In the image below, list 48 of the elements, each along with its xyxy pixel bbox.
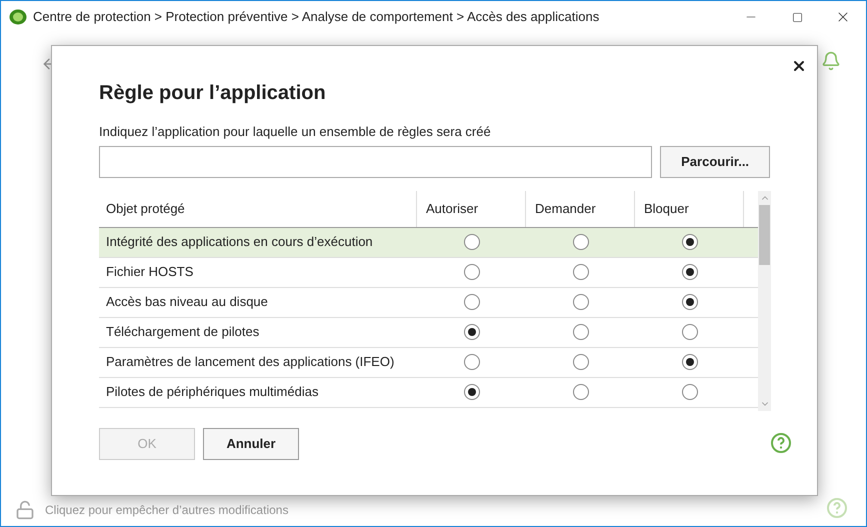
radio-button[interactable] xyxy=(682,384,698,400)
scrollbar[interactable] xyxy=(758,190,771,410)
protected-object-cell-text: Paramètres de lancement des applications (IFEO) xyxy=(105,353,396,372)
radio-button[interactable] xyxy=(682,354,698,370)
protected-object-cell-text: Téléchargement de pilotes xyxy=(105,323,260,342)
table-row[interactable]: Paramètres de lancement des applications (IFEO) xyxy=(99,348,758,378)
protected-object-cell-text: Fichier HOSTS xyxy=(105,263,194,282)
radio-button[interactable] xyxy=(572,234,588,250)
radio-button[interactable] xyxy=(572,294,588,310)
protected-object-cell-text: Pilotes de périphériques multimédias xyxy=(105,383,320,402)
cancel-button[interactable]: Annuler xyxy=(203,428,299,460)
radio-button[interactable] xyxy=(682,324,698,340)
radio-button[interactable] xyxy=(572,354,588,370)
radio-button[interactable] xyxy=(572,384,588,400)
radio-button[interactable] xyxy=(464,234,480,250)
radio-button[interactable] xyxy=(572,264,588,280)
radio-button[interactable] xyxy=(682,264,698,280)
prompt-text: Indiquez l’application pour laquelle un ensemble de règles sera créé xyxy=(99,123,492,141)
table-row[interactable]: Fichier HOSTS xyxy=(99,258,758,288)
window-title: Centre de protection > Protection préventive > Analyse de comportement > Accès des applications xyxy=(33,8,600,26)
table-row[interactable]: Intégrité des applications en cours d’exécution xyxy=(99,228,758,258)
dialog-title: Règle pour l’application xyxy=(99,81,327,106)
column-header[interactable]: Objet protégé xyxy=(99,190,417,226)
unlocked-padlock-icon[interactable] xyxy=(15,500,35,520)
protected-object-cell-text: Accès bas niveau au disque xyxy=(105,293,269,312)
maximize-icon[interactable] xyxy=(792,12,802,22)
column-header[interactable]: Demander xyxy=(526,190,635,226)
table-row[interactable]: Accès bas niveau au disque xyxy=(99,288,758,318)
column-header[interactable]: Autoriser xyxy=(417,190,526,226)
column-header[interactable]: Bloquer xyxy=(635,190,744,226)
radio-button[interactable] xyxy=(464,324,480,340)
close-icon[interactable] xyxy=(791,58,807,74)
radio-button[interactable] xyxy=(682,234,698,250)
radio-button[interactable] xyxy=(464,384,480,400)
bug-logo-icon xyxy=(9,9,27,25)
protected-object-cell-text: Intégrité des applications en cours d’exécution xyxy=(105,233,374,252)
radio-button[interactable] xyxy=(464,264,480,280)
table-row[interactable]: Téléchargement de pilotes xyxy=(99,318,758,348)
application-path-field[interactable] xyxy=(99,146,652,178)
browse-button[interactable]: Parcourir... xyxy=(660,146,770,178)
help-icon[interactable] xyxy=(771,433,791,453)
scrollbar-thumb[interactable] xyxy=(759,204,770,264)
table-row[interactable]: Pilotes de périphériques multimédias xyxy=(99,378,758,408)
radio-button[interactable] xyxy=(682,294,698,310)
radio-button[interactable] xyxy=(464,354,480,370)
notification-bell-icon[interactable] xyxy=(821,51,841,71)
radio-button[interactable] xyxy=(464,294,480,310)
radio-button[interactable] xyxy=(572,324,588,340)
